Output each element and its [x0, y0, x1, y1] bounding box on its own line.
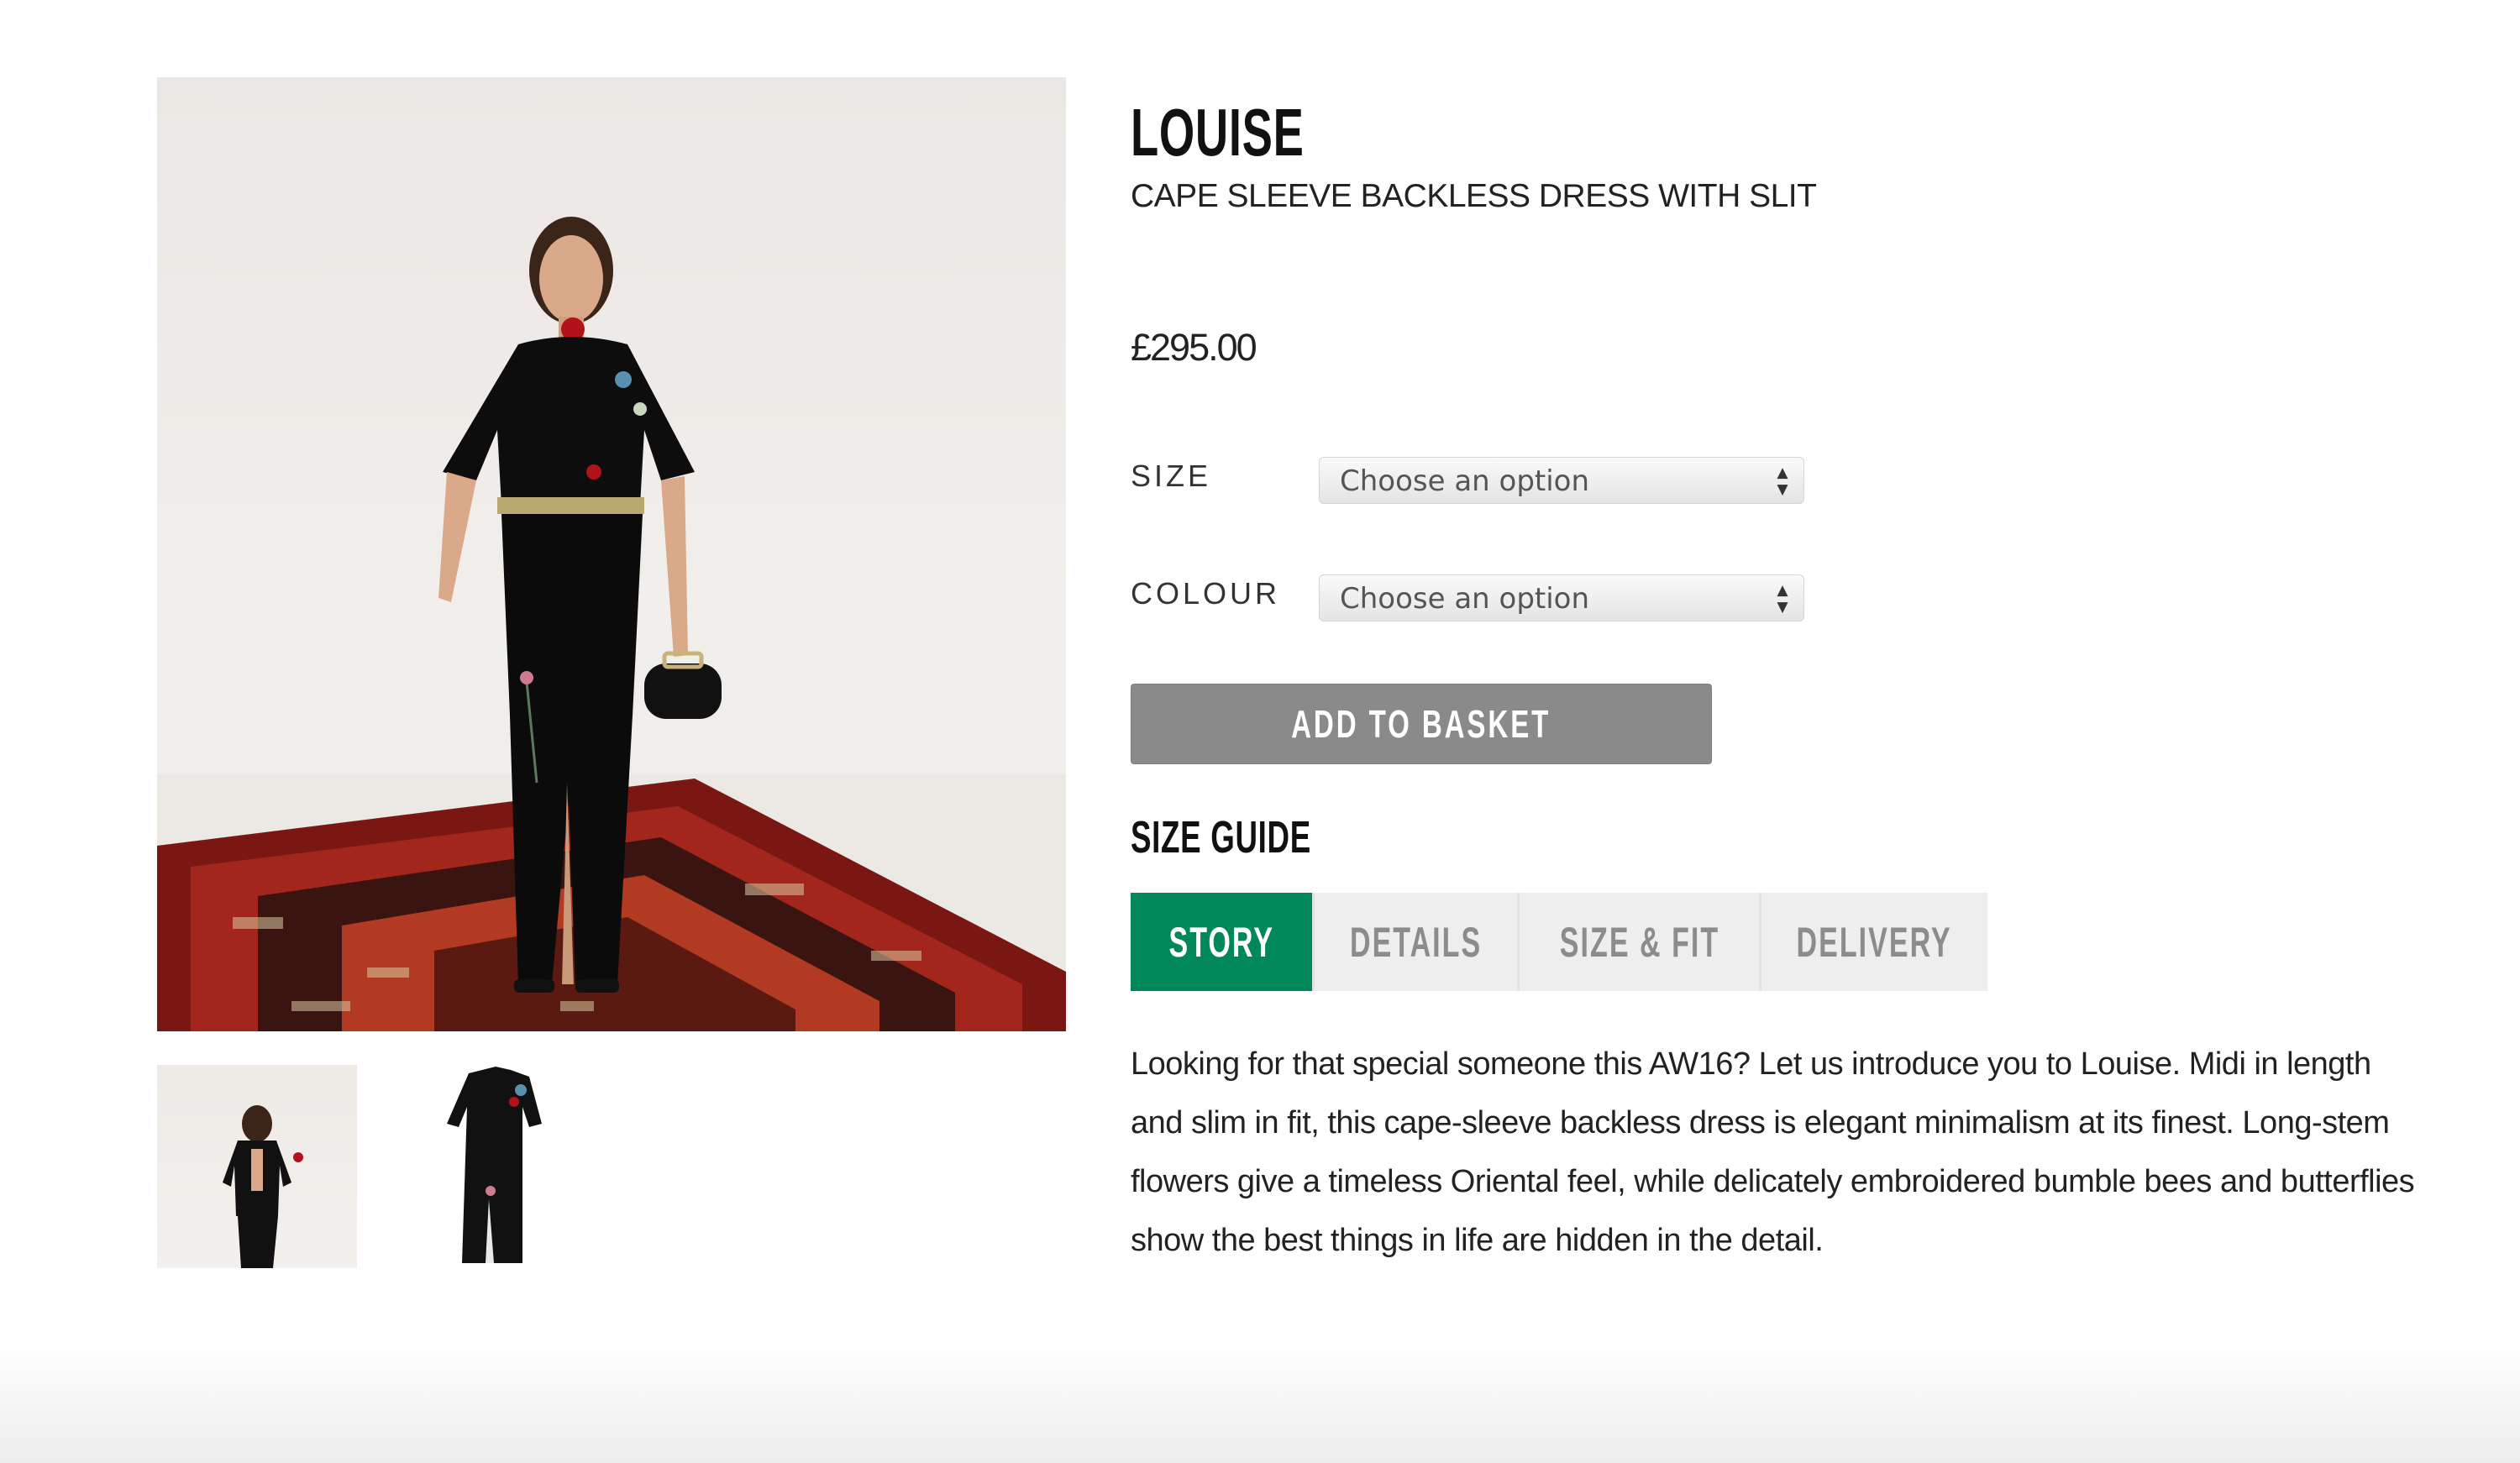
- thumbnail-back-illustration: [223, 1105, 303, 1268]
- size-select-value: Choose an option: [1340, 464, 1590, 498]
- tab-delivery-label: DELIVERY: [1796, 918, 1953, 966]
- size-guide-link[interactable]: SIZE GUIDE: [1131, 811, 1311, 863]
- colour-select[interactable]: Choose an option ▲ ▼: [1319, 574, 1804, 621]
- thumbnail-dress-illustration: [447, 1067, 542, 1263]
- product-subtitle: CAPE SLEEVE BACKLESS DRESS WITH SLIT: [1131, 178, 1817, 214]
- select-arrows-icon: ▲ ▼: [1777, 464, 1788, 498]
- tab-delivery[interactable]: DELIVERY: [1759, 893, 1987, 991]
- page-bottom-fade: [0, 1344, 2520, 1463]
- size-select[interactable]: Choose an option ▲ ▼: [1319, 457, 1804, 504]
- tab-details-label: DETAILS: [1349, 918, 1483, 966]
- colour-label: COLOUR: [1131, 576, 1281, 611]
- add-to-basket-label: ADD TO BASKET: [1291, 702, 1551, 746]
- product-photo-illustration: [157, 217, 1066, 1031]
- select-arrows-icon: ▲ ▼: [1777, 582, 1788, 616]
- product-thumbnail-dress[interactable]: [403, 1065, 603, 1268]
- tab-details[interactable]: DETAILS: [1312, 893, 1517, 991]
- product-name: LOUISE: [1131, 95, 1305, 170]
- product-thumbnail-back[interactable]: [157, 1065, 357, 1268]
- add-to-basket-button[interactable]: ADD TO BASKET: [1131, 684, 1712, 764]
- product-main-image[interactable]: [157, 77, 1066, 1031]
- product-price: £295.00: [1131, 326, 1257, 369]
- tab-size-fit-label: SIZE & FIT: [1559, 918, 1719, 966]
- tab-story-label: STORY: [1168, 918, 1274, 966]
- product-description: Looking for that special someone this AW…: [1131, 1046, 2415, 1258]
- tab-story[interactable]: STORY: [1131, 893, 1312, 991]
- tab-size-fit[interactable]: SIZE & FIT: [1517, 893, 1759, 991]
- colour-select-value: Choose an option: [1340, 582, 1590, 616]
- size-label: SIZE: [1131, 459, 1212, 493]
